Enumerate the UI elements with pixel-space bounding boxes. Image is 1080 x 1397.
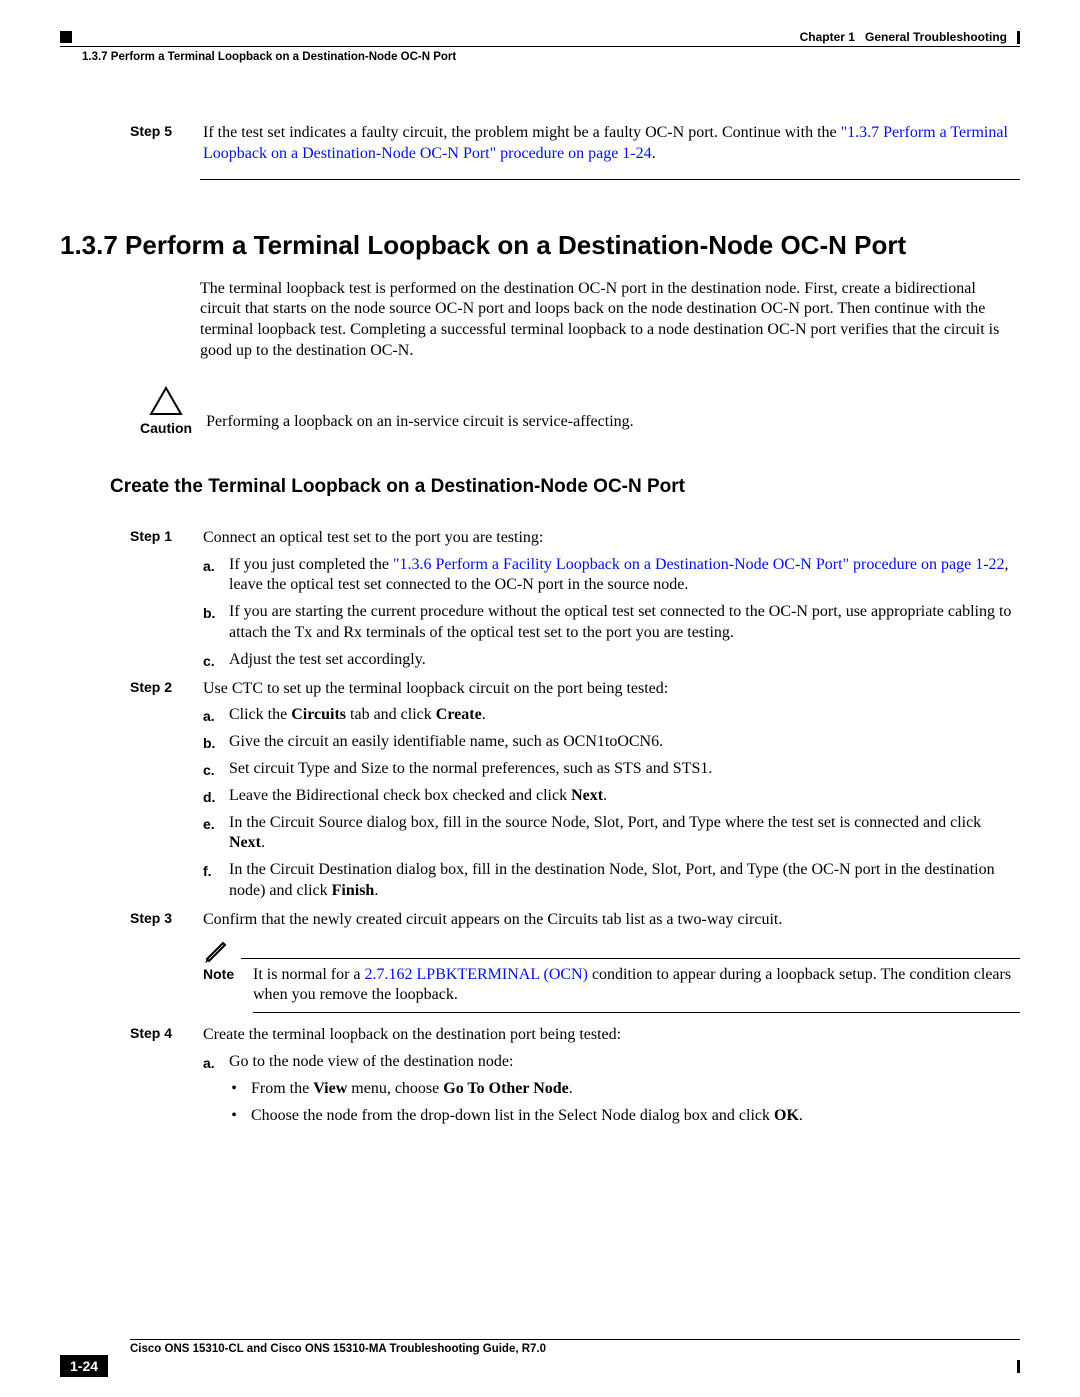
- cross-ref-link[interactable]: "1.3.6 Perform a Facility Loopback on a …: [393, 556, 1005, 573]
- substep-d: d. Leave the Bidirectional check box che…: [203, 786, 1020, 807]
- step-label: Step 4: [130, 1025, 185, 1138]
- header-marker-icon: [60, 31, 72, 43]
- footer-bar-icon: [1017, 1360, 1020, 1373]
- section-intro: The terminal loopback test is performed …: [200, 279, 1020, 362]
- substep-letter: c.: [203, 759, 219, 780]
- substep-c: c. Set circuit Type and Size to the norm…: [203, 759, 1020, 780]
- header-bar-icon: [1017, 31, 1020, 44]
- bullet-text: From the View menu, choose Go To Other N…: [251, 1079, 573, 1100]
- step-4: Step 4 Create the terminal loopback on t…: [130, 1025, 1020, 1138]
- footer-title: Cisco ONS 15310-CL and Cisco ONS 15310-M…: [130, 1343, 1020, 1355]
- header-divider: [60, 46, 1020, 47]
- substep-text: Leave the Bidirectional check box checke…: [229, 786, 607, 807]
- section-end-divider: [200, 179, 1020, 180]
- caution-label: Caution: [140, 420, 192, 436]
- list-item: • From the View menu, choose Go To Other…: [229, 1079, 803, 1100]
- section-heading: 1.3.7 Perform a Terminal Loopback on a D…: [60, 230, 1020, 261]
- substep-letter: a.: [203, 705, 219, 726]
- substep-text: In the Circuit Source dialog box, fill i…: [229, 813, 1020, 855]
- footer-divider: [130, 1339, 1020, 1340]
- step-text: Confirm that the newly created circuit a…: [203, 910, 1020, 931]
- note-divider-top: [241, 958, 1020, 959]
- chapter-number: Chapter 1: [800, 30, 855, 44]
- step-label: Step 5: [130, 123, 185, 165]
- chapter-title: General Troubleshooting: [865, 30, 1007, 44]
- step-text: Create the terminal loopback on the dest…: [203, 1025, 1020, 1046]
- substep-text: Click the Circuits tab and click Create.: [229, 705, 486, 726]
- substep-f: f. In the Circuit Destination dialog box…: [203, 860, 1020, 902]
- substep-letter: c.: [203, 650, 219, 671]
- substep-letter: a.: [203, 1052, 219, 1132]
- substep-c: c. Adjust the test set accordingly.: [203, 650, 1020, 671]
- substep-letter: f.: [203, 860, 219, 902]
- substep-text: Adjust the test set accordingly.: [229, 650, 426, 671]
- list-item: • Choose the node from the drop-down lis…: [229, 1106, 803, 1127]
- substep-text: In the Circuit Destination dialog box, f…: [229, 860, 1020, 902]
- step-text: Connect an optical test set to the port …: [203, 528, 1020, 549]
- page: Chapter 1 General Troubleshooting 1.3.7 …: [0, 0, 1080, 1397]
- substep-a: a. Go to the node view of the destinatio…: [203, 1052, 1020, 1132]
- step-label: Step 1: [130, 528, 185, 677]
- step-text: If the test set indicates a faulty circu…: [203, 124, 841, 141]
- note-block: Note It is normal for a 2.7.162 LPBKTERM…: [203, 937, 1020, 1014]
- step-5: Step 5 If the test set indicates a fault…: [130, 123, 1020, 165]
- step-2: Step 2 Use CTC to set up the terminal lo…: [130, 679, 1020, 908]
- step-label: Step 2: [130, 679, 185, 908]
- page-number: 1-24: [60, 1355, 108, 1377]
- step-1: Step 1 Connect an optical test set to th…: [130, 528, 1020, 677]
- substep-e: e. In the Circuit Source dialog box, fil…: [203, 813, 1020, 855]
- note-icon: [203, 937, 229, 963]
- substep-text: Set circuit Type and Size to the normal …: [229, 759, 712, 780]
- step-body: If the test set indicates a faulty circu…: [203, 123, 1020, 165]
- substep-letter: a.: [203, 555, 219, 597]
- page-header: Chapter 1 General Troubleshooting: [60, 30, 1020, 44]
- note-divider-bottom: [253, 1012, 1020, 1013]
- substep-letter: e.: [203, 813, 219, 855]
- step-text: Use CTC to set up the terminal loopback …: [203, 679, 1020, 700]
- substep-letter: b.: [203, 732, 219, 753]
- substep-b: b. Give the circuit an easily identifiab…: [203, 732, 1020, 753]
- page-footer: Cisco ONS 15310-CL and Cisco ONS 15310-M…: [60, 1339, 1020, 1377]
- substep-text: Go to the node view of the destination n…: [229, 1052, 803, 1073]
- substep-a: a. Click the Circuits tab and click Crea…: [203, 705, 1020, 726]
- bullet-icon: •: [229, 1079, 239, 1100]
- note-text: It is normal for a 2.7.162 LPBKTERMINAL …: [253, 965, 1020, 1007]
- caution-block: Caution Performing a loopback on an in-s…: [140, 386, 1020, 436]
- substep-a: a. If you just completed the "1.3.6 Perf…: [203, 555, 1020, 597]
- breadcrumb: 1.3.7 Perform a Terminal Loopback on a D…: [82, 51, 1020, 63]
- caution-icon: [149, 386, 183, 416]
- caution-text: Performing a loopback on an in-service c…: [206, 386, 1020, 433]
- note-label: Note: [203, 965, 239, 1007]
- substep-letter: b.: [203, 602, 219, 644]
- substep-letter: d.: [203, 786, 219, 807]
- step-3: Step 3 Confirm that the newly created ci…: [130, 910, 1020, 1023]
- step-label: Step 3: [130, 910, 185, 1023]
- substep-text: Give the circuit an easily identifiable …: [229, 732, 663, 753]
- substep-text: If you just completed the "1.3.6 Perform…: [229, 555, 1020, 597]
- subsection-heading: Create the Terminal Loopback on a Destin…: [110, 476, 1020, 498]
- bullet-text: Choose the node from the drop-down list …: [251, 1106, 803, 1127]
- substep-text: If you are starting the current procedur…: [229, 602, 1020, 644]
- bullet-icon: •: [229, 1106, 239, 1127]
- cross-ref-link[interactable]: 2.7.162 LPBKTERMINAL (OCN): [365, 966, 588, 983]
- substep-b: b. If you are starting the current proce…: [203, 602, 1020, 644]
- step-text-end: .: [652, 145, 656, 162]
